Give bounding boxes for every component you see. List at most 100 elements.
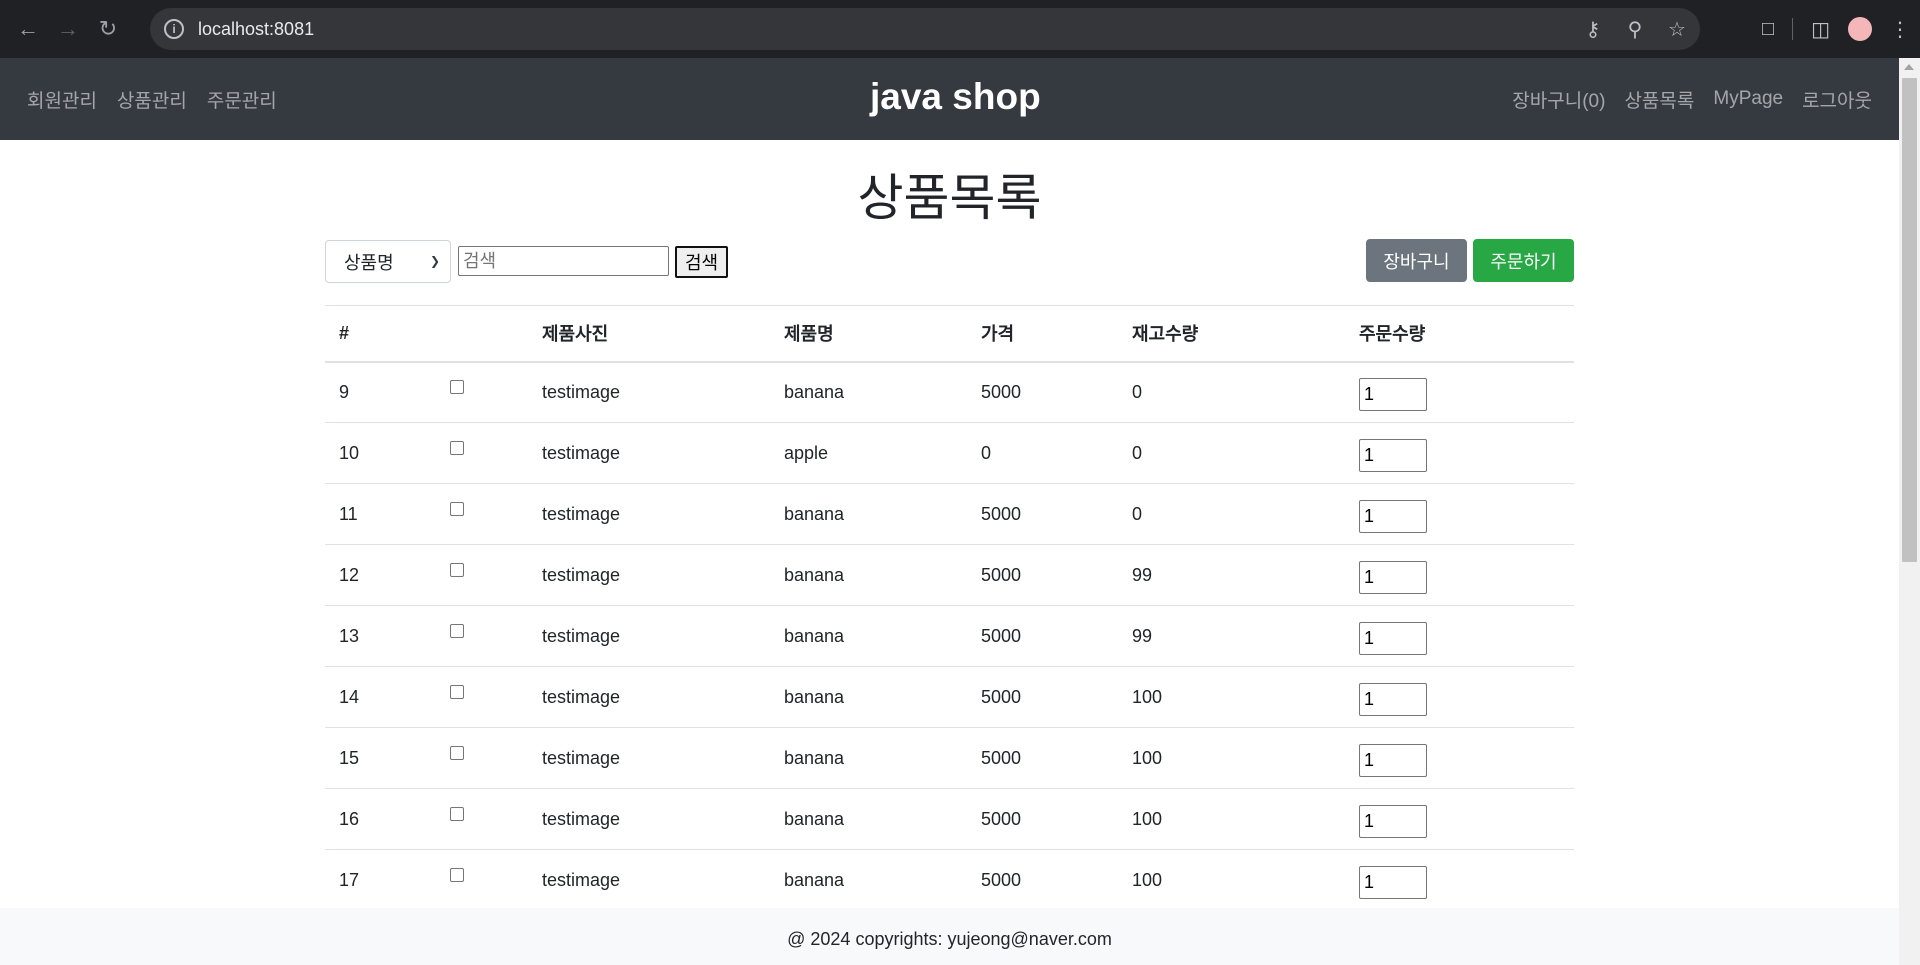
row-qty-cell [1345,605,1574,667]
row-qty-cell [1345,666,1574,728]
row-select-cell [430,361,528,423]
row-checkbox[interactable] [450,745,464,760]
row-price: 5000 [967,483,1118,545]
row-checkbox[interactable] [450,440,464,455]
row-checkbox[interactable] [450,501,464,516]
table-row: 16 testimage banana 5000 100 [325,788,1574,850]
row-number: 13 [325,605,430,667]
table-row: 17 testimage banana 5000 100 [325,849,1574,911]
row-product-name: banana [770,666,967,728]
row-checkbox[interactable] [450,684,464,699]
order-quantity-input[interactable] [1359,560,1427,594]
header-stock: 재고수량 [1118,305,1345,363]
header-select [430,305,528,363]
product-table-wrapper: # 제품사진 제품명 가격 재고수량 주문수량 9 testimage banana… [325,305,1574,911]
order-quantity-input[interactable] [1359,865,1427,899]
row-price: 5000 [967,849,1118,911]
brand-logo[interactable]: java shop [870,76,1041,118]
row-number: 14 [325,666,430,728]
table-row: 11 testimage banana 5000 0 [325,483,1574,545]
row-product-name: banana [770,605,967,667]
order-quantity-input[interactable] [1359,621,1427,655]
row-product-image: testimage [528,788,770,850]
search-type-value: 상품명 [344,252,394,273]
search-button[interactable]: 검색 [675,246,728,278]
nav-logout[interactable]: 로그아웃 [1802,86,1872,113]
extensions-icon[interactable]: □ [1762,18,1774,41]
row-price: 0 [967,422,1118,484]
row-qty-cell [1345,727,1574,789]
order-quantity-input[interactable] [1359,499,1427,533]
site-info-icon[interactable]: i [164,19,184,39]
row-qty-cell [1345,788,1574,850]
row-stock: 100 [1118,788,1345,850]
row-qty-cell [1345,849,1574,911]
row-checkbox[interactable] [450,867,464,882]
nav-product-list[interactable]: 상품목록 [1624,86,1694,113]
search-type-select[interactable]: 상품명 ❯ [325,240,451,283]
row-select-cell [430,788,528,850]
nav-mypage[interactable]: MyPage [1713,88,1783,110]
row-checkbox[interactable] [450,562,464,577]
product-table: # 제품사진 제품명 가격 재고수량 주문수량 9 testimage banana… [325,305,1574,911]
scroll-up-arrow-icon[interactable] [1904,64,1914,70]
row-product-image: testimage [528,666,770,728]
add-to-cart-button[interactable]: 장바구니 [1366,239,1467,282]
row-select-cell [430,605,528,667]
row-product-image: testimage [528,727,770,789]
search-input[interactable] [458,246,669,276]
order-button[interactable]: 주문하기 [1473,239,1574,282]
product-table-body: 9testimagebanana5000010testimageapple001… [325,361,1574,911]
row-product-name: banana [770,361,967,423]
row-product-image: testimage [528,544,770,606]
table-row: 9 testimage banana 5000 0 [325,361,1574,423]
row-checkbox[interactable] [450,623,464,638]
nav-cart[interactable]: 장바구니(0) [1512,86,1605,113]
address-url[interactable]: localhost:8081 [198,19,314,40]
order-quantity-input[interactable] [1359,682,1427,716]
row-number: 12 [325,544,430,606]
header-product-name: 제품명 [770,305,967,363]
menu-dots-icon[interactable]: ⋮ [1890,17,1910,42]
row-product-name: banana [770,788,967,850]
bookmark-star-icon[interactable]: ☆ [1666,17,1688,42]
row-stock: 0 [1118,361,1345,423]
row-price: 5000 [967,361,1118,423]
zoom-icon[interactable]: ⚲ [1624,17,1646,42]
row-checkbox[interactable] [450,379,464,394]
nav-order-management[interactable]: 주문관리 [207,86,277,113]
row-qty-cell [1345,422,1574,484]
row-product-name: banana [770,849,967,911]
order-quantity-input[interactable] [1359,743,1427,777]
row-number: 9 [325,361,430,423]
address-bar[interactable]: i localhost:8081 ⚷ ⚲ ☆ [150,8,1700,50]
forward-arrow-icon[interactable]: → [48,9,88,49]
row-product-name: banana [770,483,967,545]
back-arrow-icon[interactable]: ← [8,9,48,49]
scrollbar-thumb[interactable] [1902,78,1917,562]
row-product-name: banana [770,727,967,789]
order-quantity-input[interactable] [1359,377,1427,411]
order-quantity-input[interactable] [1359,804,1427,838]
nav-member-management[interactable]: 회원관리 [27,86,97,113]
row-select-cell [430,849,528,911]
row-product-image: testimage [528,483,770,545]
side-panel-icon[interactable]: ◫ [1811,17,1830,42]
row-number: 11 [325,483,430,545]
row-price: 5000 [967,666,1118,728]
reload-icon[interactable]: ↻ [88,9,128,49]
row-stock: 100 [1118,666,1345,728]
key-icon[interactable]: ⚷ [1582,17,1604,42]
row-stock: 100 [1118,727,1345,789]
row-checkbox[interactable] [450,806,464,821]
page-scrollbar[interactable] [1899,58,1920,965]
row-price: 5000 [967,605,1118,667]
row-number: 10 [325,422,430,484]
row-qty-cell [1345,544,1574,606]
row-price: 5000 [967,788,1118,850]
header-price: 가격 [967,305,1118,363]
profile-avatar[interactable] [1848,17,1872,41]
order-quantity-input[interactable] [1359,438,1427,472]
nav-product-management[interactable]: 상품관리 [117,86,187,113]
row-number: 16 [325,788,430,850]
